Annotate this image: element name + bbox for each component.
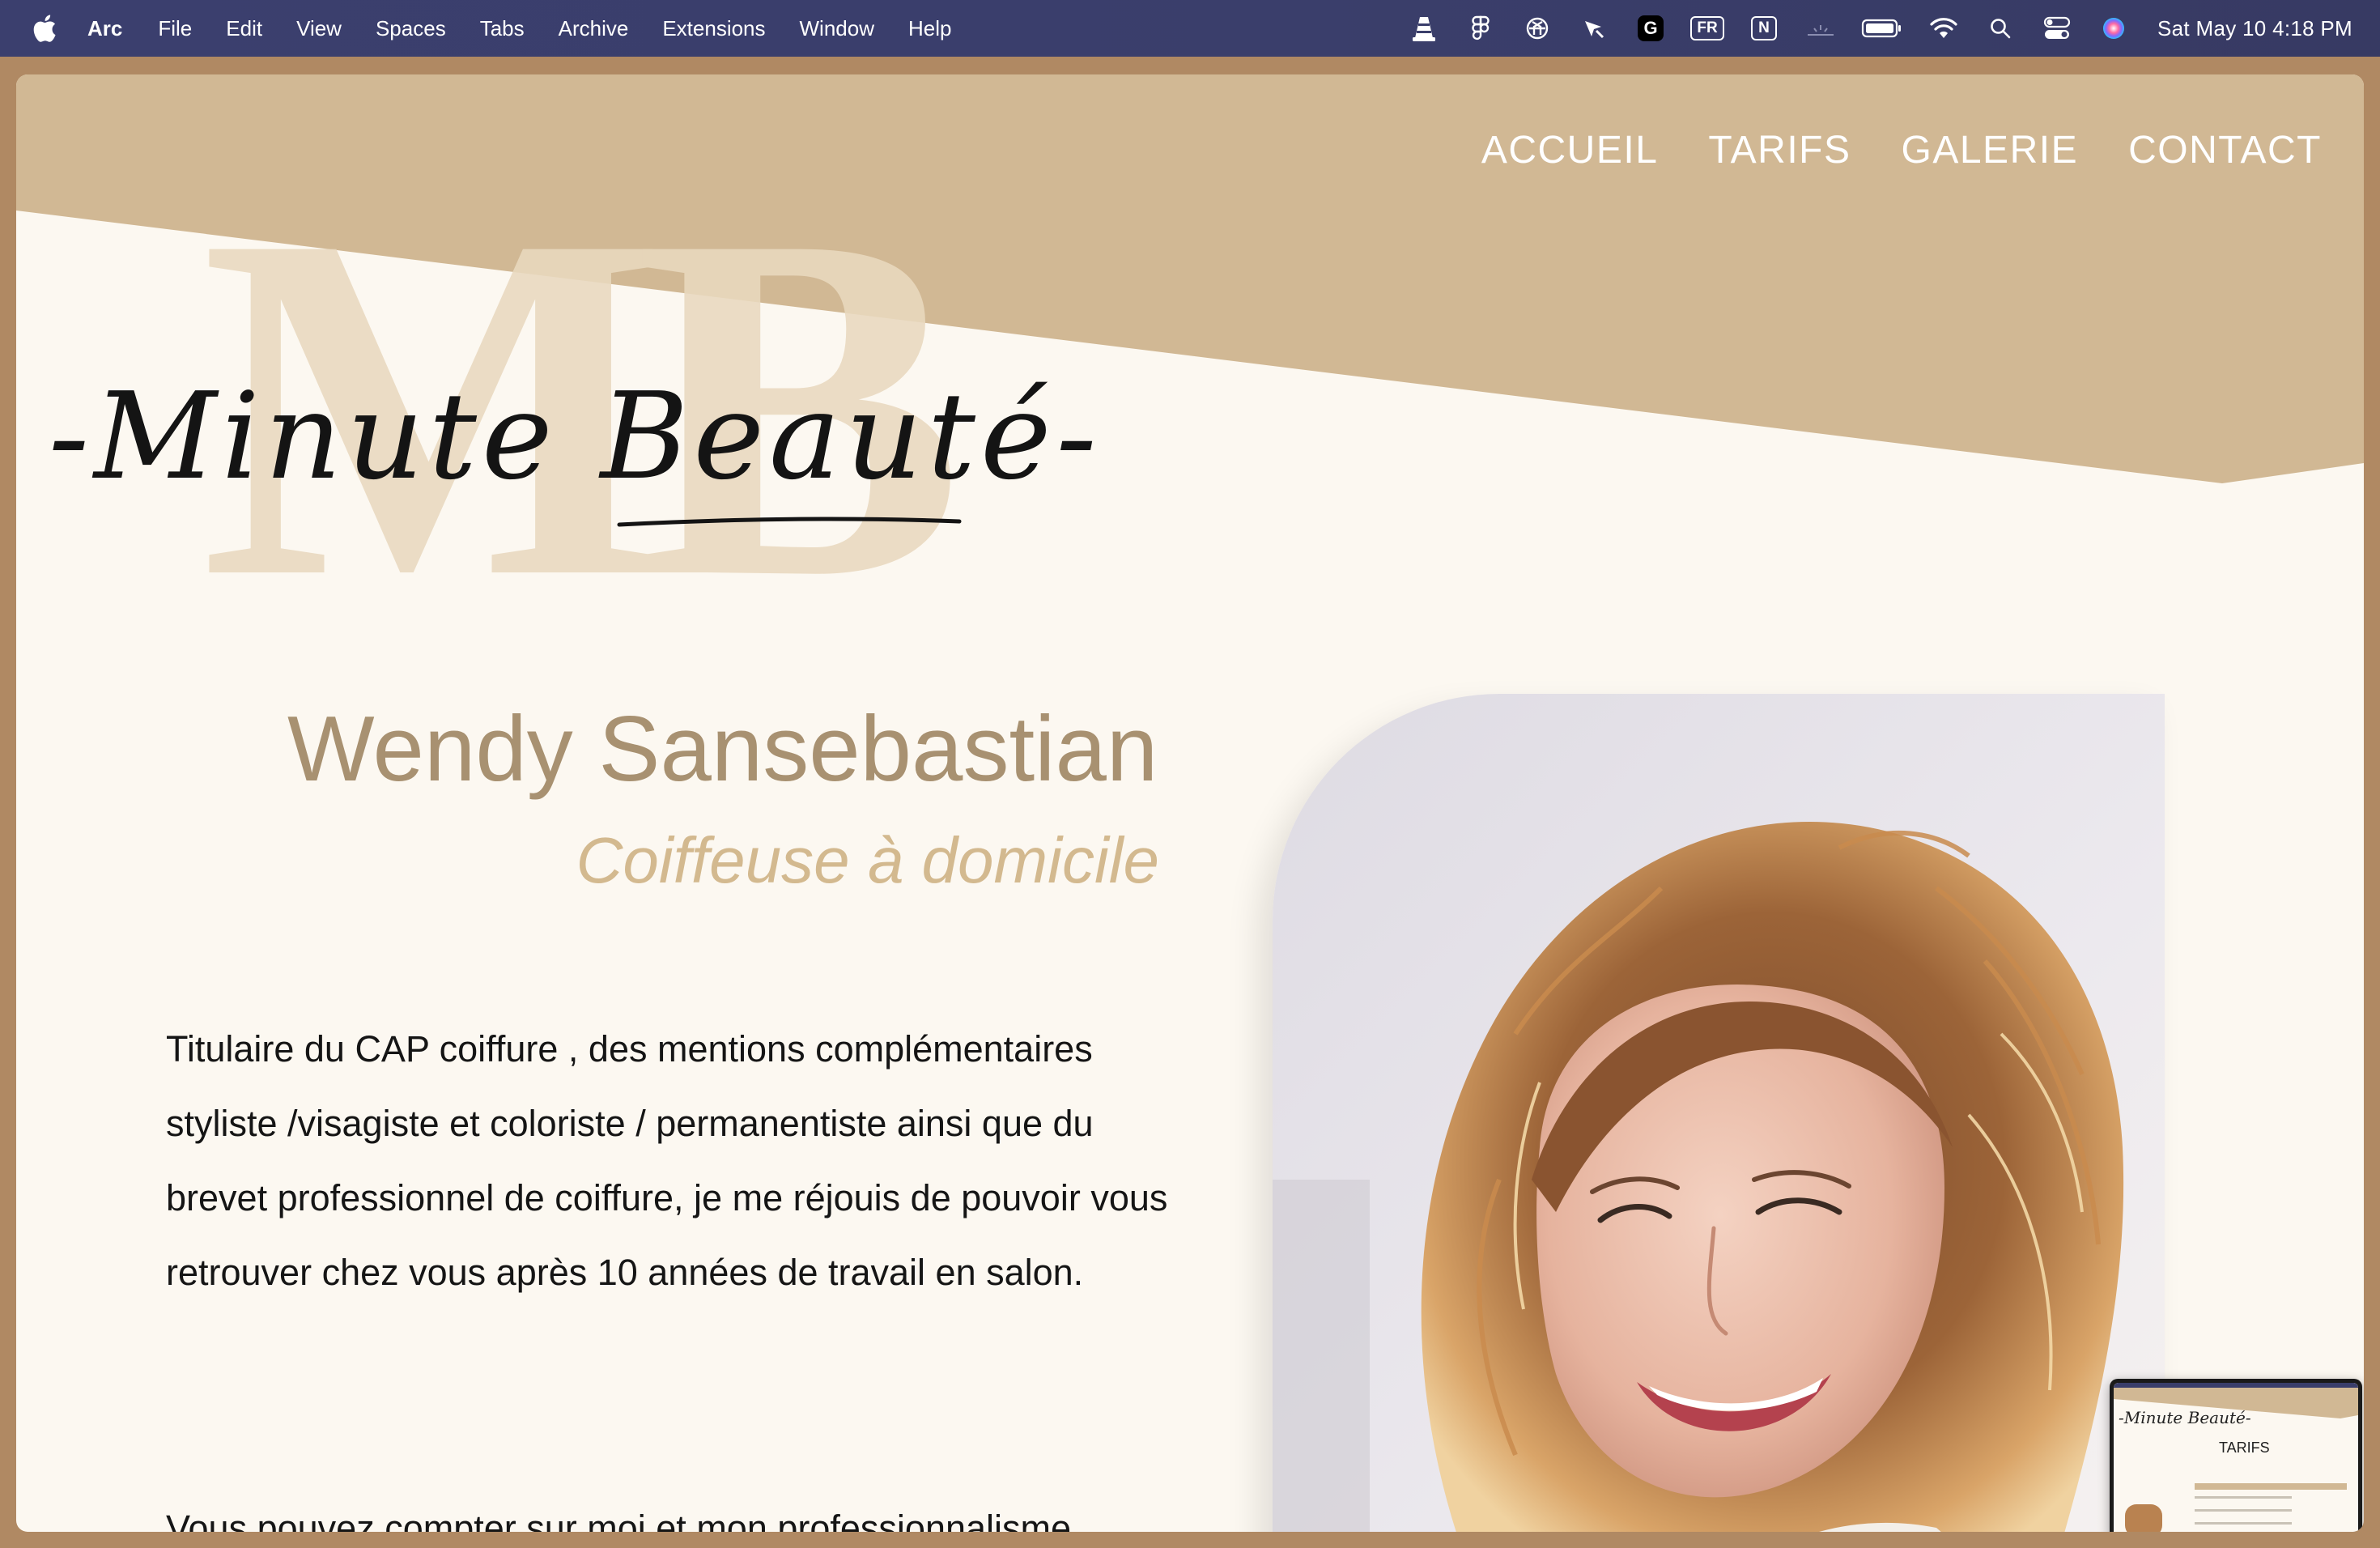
svg-text:-Minute Beauté-: -Minute Beauté-	[2119, 1408, 2251, 1427]
menu-bar: Arc File Edit View Spaces Tabs Archive E…	[0, 0, 2380, 57]
portrait-photo	[1273, 694, 2165, 1532]
menu-tabs[interactable]: Tabs	[480, 16, 525, 41]
tab-preview-thumbnail[interactable]: -Minute Beauté- TARIFS	[2110, 1379, 2362, 1532]
menu-edit[interactable]: Edit	[226, 16, 262, 41]
svg-text:-Minute Beauté-: -Minute Beauté-	[49, 367, 1102, 506]
input-source-label: FR	[1690, 16, 1724, 40]
figma-icon[interactable]	[1464, 12, 1497, 45]
control-center-icon[interactable]	[2041, 12, 2073, 45]
menu-spaces[interactable]: Spaces	[376, 16, 446, 41]
menu-extensions[interactable]: Extensions	[662, 16, 765, 41]
menu-bar-clock[interactable]: Sat May 10 4:18 PM	[2157, 16, 2352, 41]
grammarly-icon[interactable]: G	[1634, 12, 1667, 45]
bio-paragraph: Titulaire du CAP coiffure , des mentions…	[166, 1028, 1168, 1293]
spotlight-search-icon[interactable]	[1984, 12, 2017, 45]
hairdresser-name: Wendy Sansebastian	[287, 698, 1158, 801]
menu-view[interactable]: View	[296, 16, 342, 41]
input-source-icon[interactable]: FR	[1690, 12, 1724, 45]
hairdresser-subtitle: Coiffeuse à domicile	[576, 824, 1159, 896]
notion-letter: N	[1751, 16, 1778, 40]
bio-paragraph-2: Vous pouvez compter sur moi et mon profe…	[166, 1508, 1072, 1532]
notion-icon[interactable]: N	[1748, 12, 1780, 45]
tab-preview-content: -Minute Beauté- TARIFS	[2114, 1383, 2358, 1532]
menu-file[interactable]: File	[158, 16, 192, 41]
battery-icon[interactable]	[1861, 12, 1903, 45]
apple-menu-icon[interactable]	[32, 15, 57, 42]
tab-preview-graphic: -Minute Beauté-	[2114, 1383, 2358, 1532]
nav-accueil[interactable]: ACCUEIL	[1481, 128, 1659, 172]
tab-preview-title: TARIFS	[2219, 1440, 2270, 1456]
web-page: MB -Minute Beauté- ACCUEIL TARIFS GALERI…	[16, 74, 2364, 1532]
nav-galerie[interactable]: GALERIE	[1902, 128, 2079, 172]
menu-app-name[interactable]: Arc	[87, 16, 122, 41]
cursor-pin-icon[interactable]	[1578, 12, 1610, 45]
nav-contact[interactable]: CONTACT	[2128, 128, 2322, 172]
grammarly-letter: G	[1638, 15, 1664, 41]
logo-script: -Minute Beauté-	[49, 367, 1102, 527]
menu-window[interactable]: Window	[800, 16, 874, 41]
main-nav: ACCUEIL TARIFS GALERIE CONTACT	[1431, 128, 2322, 172]
vlc-cone-icon[interactable]	[1408, 12, 1440, 45]
wifi-icon[interactable]	[1927, 12, 1960, 45]
chatgpt-icon[interactable]	[1521, 12, 1553, 45]
siri-icon[interactable]	[2097, 12, 2130, 45]
dimmed-menu-extra-icon[interactable]	[1804, 12, 1837, 45]
menu-archive[interactable]: Archive	[559, 16, 629, 41]
nav-tarifs[interactable]: TARIFS	[1708, 128, 1851, 172]
browser-window: MB -Minute Beauté- ACCUEIL TARIFS GALERI…	[0, 57, 2380, 1548]
menu-help[interactable]: Help	[908, 16, 951, 41]
